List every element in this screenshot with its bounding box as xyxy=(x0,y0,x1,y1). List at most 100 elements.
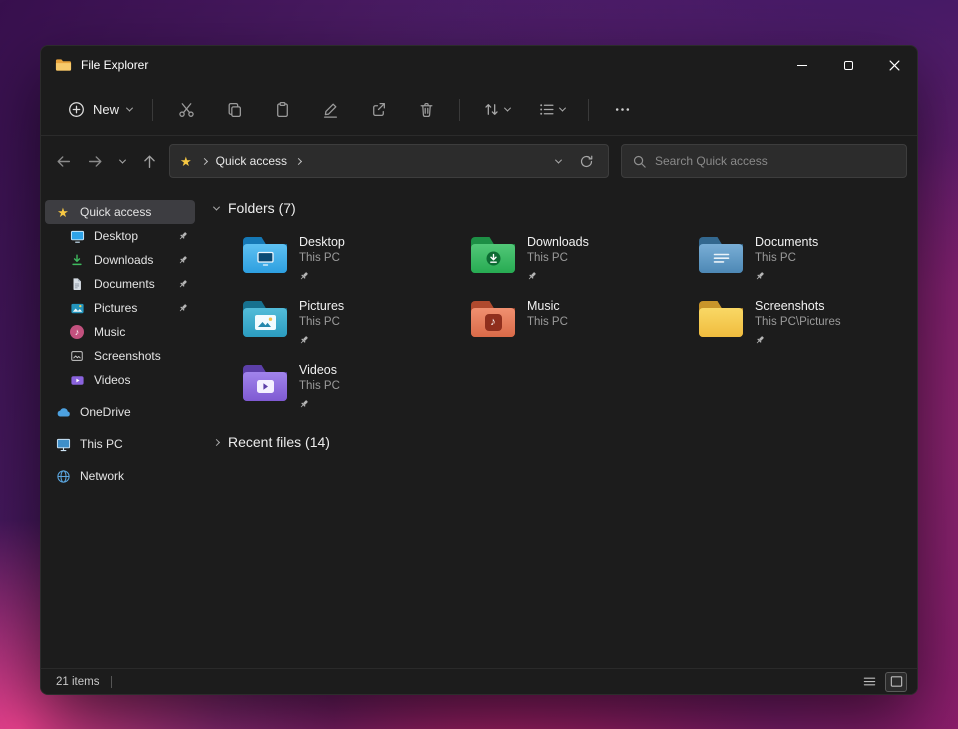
sidebar-item-documents[interactable]: Documents xyxy=(45,272,195,296)
sidebar-item-label: Desktop xyxy=(94,229,138,243)
folder-location: This PC xyxy=(527,252,589,264)
expand-chevron-icon[interactable] xyxy=(213,438,220,445)
sidebar-item-label: Downloads xyxy=(94,253,153,267)
share-button[interactable] xyxy=(358,93,398,127)
maximize-button[interactable] xyxy=(825,46,871,84)
folder-location: This PC xyxy=(755,252,818,264)
music-note-icon: ♪ xyxy=(485,314,502,331)
trash-icon xyxy=(418,101,435,118)
breadcrumb-chevron-icon xyxy=(201,157,208,164)
item-count: 21 items xyxy=(56,676,99,688)
breadcrumb-chevron-icon[interactable] xyxy=(295,157,302,164)
sidebar-item-label: This PC xyxy=(80,437,123,451)
new-button-label: New xyxy=(93,102,119,117)
music-note-icon: ♪ xyxy=(69,324,85,340)
address-dropdown-chevron-icon[interactable] xyxy=(555,156,562,163)
search-input[interactable] xyxy=(655,154,896,168)
command-toolbar: New xyxy=(41,84,917,136)
paste-button[interactable] xyxy=(262,93,302,127)
chevron-down-icon xyxy=(559,105,566,112)
recent-locations-button[interactable] xyxy=(111,145,133,177)
chevron-down-icon xyxy=(118,156,125,163)
copy-button[interactable] xyxy=(214,93,254,127)
new-button[interactable]: New xyxy=(57,94,143,125)
pin-icon xyxy=(299,268,345,286)
folder-tile-downloads[interactable]: Downloads This PC xyxy=(467,233,681,297)
sidebar-item-label: Music xyxy=(94,325,125,339)
see-more-button[interactable] xyxy=(602,93,642,127)
rename-button[interactable] xyxy=(310,93,350,127)
folders-section-title: Folders (7) xyxy=(228,200,296,216)
toolbar-divider xyxy=(459,99,460,121)
sidebar-item-label: Screenshots xyxy=(94,349,161,363)
search-icon xyxy=(632,154,647,169)
folder-tile-music[interactable]: ♪ Music This PC xyxy=(467,297,681,361)
folder-location: This PC xyxy=(527,316,568,328)
folder-name: Downloads xyxy=(527,235,589,250)
close-button[interactable] xyxy=(871,46,917,84)
picture-icon xyxy=(69,300,85,316)
computer-icon xyxy=(55,436,71,452)
pin-icon xyxy=(755,332,841,350)
folder-location: This PC xyxy=(299,316,344,328)
pin-icon xyxy=(178,279,188,289)
collapse-chevron-icon[interactable] xyxy=(213,203,220,210)
pin-icon xyxy=(178,255,188,265)
arrow-right-icon xyxy=(87,153,104,170)
close-icon xyxy=(889,60,900,71)
main-area: ★ Quick access Desktop Downloads Documen… xyxy=(41,186,917,670)
folder-name: Screenshots xyxy=(755,299,841,314)
minimize-button[interactable] xyxy=(779,46,825,84)
sidebar-item-desktop[interactable]: Desktop xyxy=(45,224,195,248)
forward-button[interactable] xyxy=(79,145,111,177)
refresh-button[interactable] xyxy=(579,154,594,169)
desktop: { "window": { "title": "File Explorer" }… xyxy=(0,0,958,729)
sort-button[interactable] xyxy=(475,93,518,127)
breadcrumb-location[interactable]: Quick access xyxy=(216,154,287,168)
window-controls xyxy=(779,46,917,84)
folder-tile-screenshots[interactable]: Screenshots This PC\Pictures xyxy=(695,297,909,361)
screenshot-icon xyxy=(69,348,85,364)
folder-location: This PC xyxy=(299,380,340,392)
sidebar-item-onedrive[interactable]: OneDrive xyxy=(45,400,195,424)
recent-files-section-header[interactable]: Recent files (14) xyxy=(214,432,918,452)
minimize-icon xyxy=(797,65,807,66)
sidebar-item-screenshots[interactable]: Screenshots xyxy=(45,344,195,368)
large-icons-view-button[interactable] xyxy=(885,672,907,692)
sidebar-item-label: Quick access xyxy=(80,205,151,219)
chevron-down-icon xyxy=(504,105,511,112)
details-view-button[interactable] xyxy=(858,672,880,692)
folder-name: Videos xyxy=(299,363,340,378)
sidebar-item-this-pc[interactable]: This PC xyxy=(45,432,195,456)
search-box[interactable] xyxy=(621,144,907,178)
download-icon xyxy=(69,252,85,268)
up-button[interactable] xyxy=(133,145,165,177)
content-pane: Folders (7) Desktop This PC xyxy=(199,186,918,670)
folder-tile-desktop[interactable]: Desktop This PC xyxy=(239,233,453,297)
sidebar-item-quick-access[interactable]: ★ Quick access xyxy=(45,200,195,224)
titlebar[interactable]: File Explorer xyxy=(41,46,917,84)
address-bar-tools xyxy=(556,154,598,169)
delete-button[interactable] xyxy=(406,93,446,127)
sidebar-item-label: OneDrive xyxy=(80,405,131,419)
sidebar-item-network[interactable]: Network xyxy=(45,464,195,488)
folder-tile-documents[interactable]: Documents This PC xyxy=(695,233,909,297)
folder-tile-pictures[interactable]: Pictures This PC xyxy=(239,297,453,361)
address-bar[interactable]: ★ Quick access xyxy=(169,144,609,178)
cut-icon xyxy=(178,101,195,118)
back-button[interactable] xyxy=(47,145,79,177)
cloud-icon xyxy=(55,404,71,420)
sidebar-item-downloads[interactable]: Downloads xyxy=(45,248,195,272)
folder-tile-videos[interactable]: Videos This PC xyxy=(239,361,453,425)
music-folder-icon: ♪ xyxy=(471,301,515,337)
status-divider xyxy=(111,676,112,688)
navigation-pane: ★ Quick access Desktop Downloads Documen… xyxy=(41,186,199,670)
sidebar-item-pictures[interactable]: Pictures xyxy=(45,296,195,320)
folders-section-header[interactable]: Folders (7) xyxy=(214,198,918,218)
cut-button[interactable] xyxy=(166,93,206,127)
sidebar-item-music[interactable]: ♪ Music xyxy=(45,320,195,344)
sidebar-item-videos[interactable]: Videos xyxy=(45,368,195,392)
pin-icon xyxy=(299,396,340,414)
view-button[interactable] xyxy=(530,93,573,127)
desktop-icon xyxy=(69,228,85,244)
